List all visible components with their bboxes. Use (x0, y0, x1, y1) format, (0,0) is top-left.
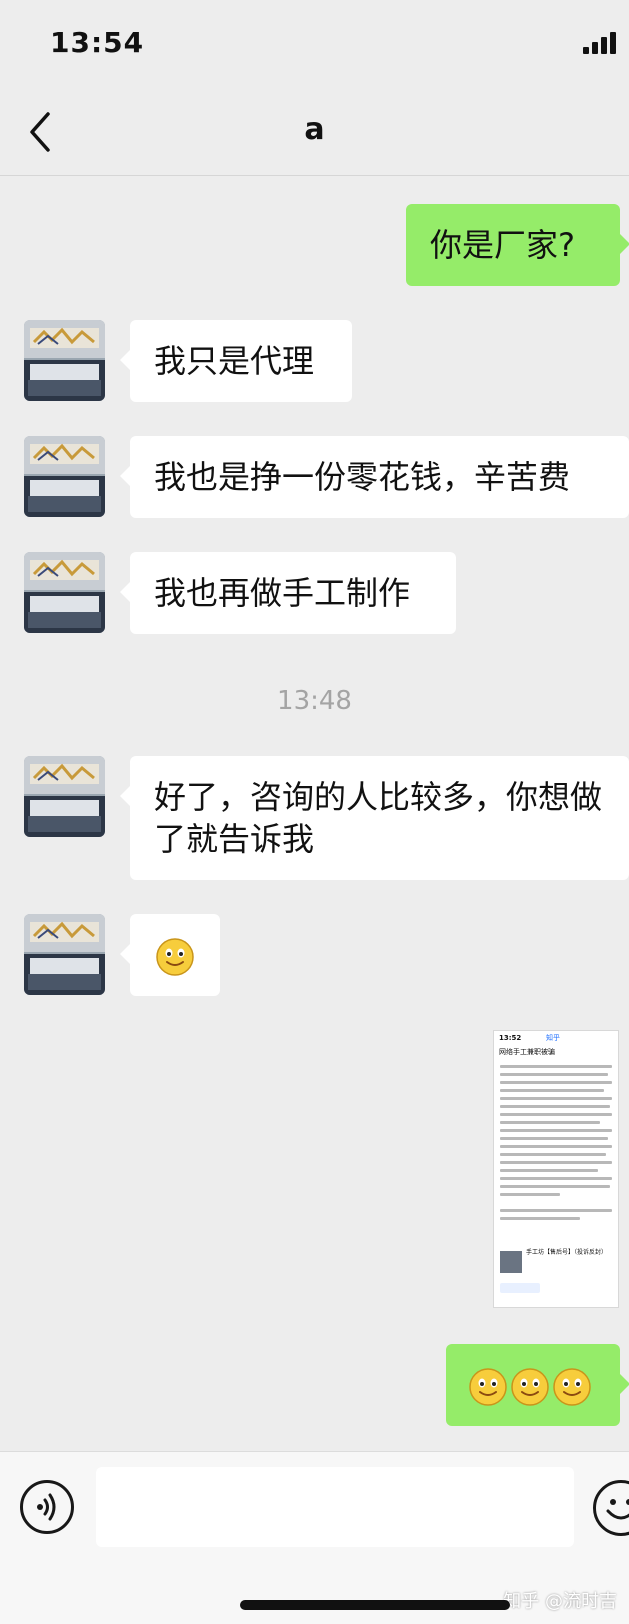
message-bubble-received[interactable]: 我也是挣一份零花钱，辛苦费 (120, 436, 629, 518)
smiley-emoji-icon (469, 1368, 507, 1406)
image-message-thumbnail[interactable]: 13:52 知乎 网络手工兼职被骗 手工坊【售后号】（投诉反封） (493, 1030, 619, 1308)
emoji-picker-button[interactable] (593, 1480, 629, 1536)
bedroom-avatar-image (24, 756, 105, 837)
thumb-text-line (500, 1169, 598, 1172)
bedroom-avatar-image (24, 914, 105, 995)
message-bubble-received[interactable] (120, 914, 220, 996)
thumb-app-name: 知乎 (546, 1034, 560, 1042)
thumb-text-line (500, 1161, 612, 1164)
thumb-text-line (500, 1089, 604, 1092)
message-bubble-received[interactable]: 好了，咨询的人比较多，你想做了就告诉我 (120, 756, 629, 880)
thumb-text-line (500, 1217, 580, 1220)
thumb-header: 网络手工兼职被骗 (499, 1048, 555, 1056)
thumb-card-title: 手工坊【售后号】（投诉反封） (526, 1249, 608, 1256)
voice-icon (37, 1493, 56, 1521)
thumb-text-line (500, 1185, 610, 1188)
avatar[interactable] (24, 552, 105, 633)
smiley-emoji-icon (511, 1368, 549, 1406)
bedroom-avatar-image (24, 552, 105, 633)
home-indicator[interactable] (240, 1600, 510, 1610)
thumb-text-line (500, 1081, 612, 1084)
watermark: 知乎 @流时吉 (503, 1591, 617, 1612)
voice-input-button[interactable] (20, 1480, 74, 1534)
message-text: 我也是挣一份零花钱，辛苦费 (154, 458, 571, 496)
thumb-text-line (500, 1121, 600, 1124)
signal-icon (583, 32, 616, 54)
message-text: 我也再做手工制作 (154, 574, 411, 612)
thumb-time: 13:52 (499, 1034, 522, 1042)
message-bubble-received[interactable]: 我也再做手工制作 (120, 552, 456, 634)
thumb-text-line (500, 1193, 560, 1196)
thumb-text-line (500, 1065, 612, 1068)
message-text: 你是厂家? (430, 226, 575, 264)
smiley-emoji-icon (156, 938, 194, 976)
thumb-text-line (500, 1073, 608, 1076)
message-bubble-received[interactable]: 我只是代理 (120, 320, 352, 402)
message-bubble-sent[interactable] (446, 1344, 629, 1426)
thumb-text-line (500, 1097, 612, 1100)
message-timestamp: 13:48 (277, 686, 352, 716)
message-input[interactable] (96, 1467, 574, 1547)
thumb-card-image (500, 1251, 522, 1273)
smiley-emoji-icon (553, 1368, 591, 1406)
smiley-icon (606, 1499, 629, 1520)
thumb-text-line (500, 1209, 612, 1212)
thumb-text-line (500, 1105, 610, 1108)
thumb-text-line (500, 1129, 612, 1132)
avatar[interactable] (24, 914, 105, 995)
chat-header: a (0, 90, 629, 176)
avatar[interactable] (24, 320, 105, 401)
status-bar: 13:54 (0, 0, 629, 90)
message-text: 好了，咨询的人比较多，你想做了就告诉我 (154, 778, 603, 858)
thumb-text-line (500, 1177, 612, 1180)
thumb-text-line (500, 1153, 606, 1156)
status-time: 13:54 (50, 26, 145, 59)
message-bubble-sent[interactable]: 你是厂家? (406, 204, 629, 286)
bedroom-avatar-image (24, 320, 105, 401)
bedroom-avatar-image (24, 436, 105, 517)
avatar[interactable] (24, 756, 105, 837)
thumb-text-line (500, 1137, 608, 1140)
chat-title: a (304, 112, 325, 147)
avatar[interactable] (24, 436, 105, 517)
thumb-text-line (500, 1145, 612, 1148)
thumb-vote-button (500, 1283, 540, 1293)
message-text: 我只是代理 (154, 342, 315, 380)
thumb-text-line (500, 1113, 612, 1116)
